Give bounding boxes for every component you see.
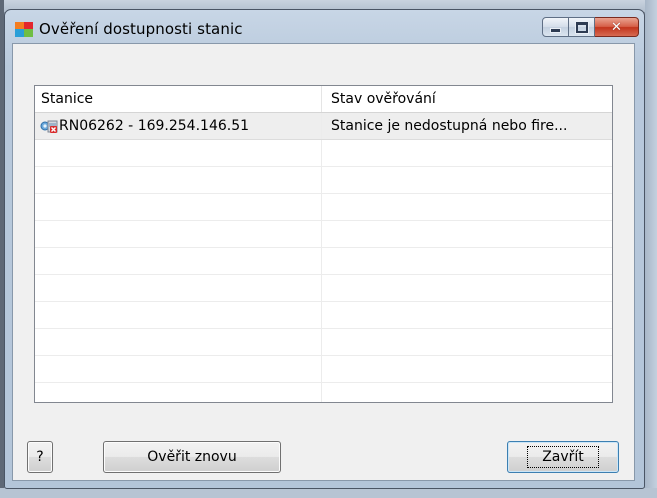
empty-cell — [35, 221, 322, 247]
empty-cell — [35, 329, 322, 355]
station-name: RN06262 - 169.254.146.51 — [59, 118, 250, 134]
recheck-button[interactable]: Ověřit znovu — [103, 441, 281, 473]
dialog-client-area: Stanice Stav ověřování RN06262 - 169.254… — [12, 43, 635, 481]
empty-cell — [322, 194, 612, 220]
empty-row — [35, 140, 612, 167]
dialog-window: Ověření dostupnosti stanic ✕ Stanice Sta… — [4, 9, 645, 489]
empty-row — [35, 356, 612, 383]
minimize-icon — [550, 28, 561, 33]
empty-row — [35, 383, 612, 402]
minimize-button[interactable] — [542, 17, 569, 37]
status-cell: Stanice je nedostupná nebo fire... — [331, 118, 568, 134]
empty-cell — [35, 248, 322, 274]
empty-cell — [322, 302, 612, 328]
empty-cell — [35, 302, 322, 328]
empty-cell — [35, 383, 322, 402]
list-rows: RN06262 - 169.254.146.51 Stanice je nedo… — [35, 113, 612, 402]
empty-row — [35, 275, 612, 302]
empty-cell — [35, 140, 322, 166]
desktop-background-right — [645, 0, 657, 498]
caption-buttons: ✕ — [542, 17, 639, 37]
empty-row — [35, 329, 612, 356]
stations-list[interactable]: Stanice Stav ověřování RN06262 - 169.254… — [34, 85, 613, 403]
station-cell: RN06262 - 169.254.146.51 — [35, 113, 322, 139]
close-window-button[interactable]: ✕ — [595, 17, 639, 37]
window-title: Ověření dostupnosti stanic — [39, 20, 243, 38]
empty-row — [35, 248, 612, 275]
empty-row — [35, 194, 612, 221]
empty-row — [35, 167, 612, 194]
help-button[interactable]: ? — [27, 441, 53, 473]
empty-cell — [322, 167, 612, 193]
list-header: Stanice Stav ověřování — [35, 86, 612, 113]
avg-logo-icon — [15, 22, 33, 37]
empty-cell — [322, 248, 612, 274]
empty-cell — [35, 167, 322, 193]
maximize-icon — [574, 20, 589, 34]
empty-cell — [35, 275, 322, 301]
empty-row — [35, 221, 612, 248]
close-icon: ✕ — [611, 19, 622, 35]
empty-cell — [322, 275, 612, 301]
empty-cell — [322, 383, 612, 402]
maximize-button[interactable] — [569, 17, 595, 37]
column-header-station[interactable]: Stanice — [35, 86, 322, 112]
close-button[interactable]: Zavřít — [507, 441, 619, 473]
empty-cell — [35, 356, 322, 382]
empty-cell — [322, 329, 612, 355]
empty-cell — [322, 356, 612, 382]
empty-cell — [322, 140, 612, 166]
empty-row — [35, 302, 612, 329]
close-button-label: Zavřít — [527, 446, 599, 468]
station-unreachable-icon — [40, 120, 58, 133]
empty-cell — [322, 221, 612, 247]
column-header-status[interactable]: Stav ověřování — [322, 86, 612, 112]
desktop-background-bottom — [0, 488, 657, 498]
title-bar[interactable]: Ověření dostupnosti stanic ✕ — [5, 10, 644, 44]
empty-cell — [35, 194, 322, 220]
table-row[interactable]: RN06262 - 169.254.146.51 Stanice je nedo… — [35, 113, 612, 140]
